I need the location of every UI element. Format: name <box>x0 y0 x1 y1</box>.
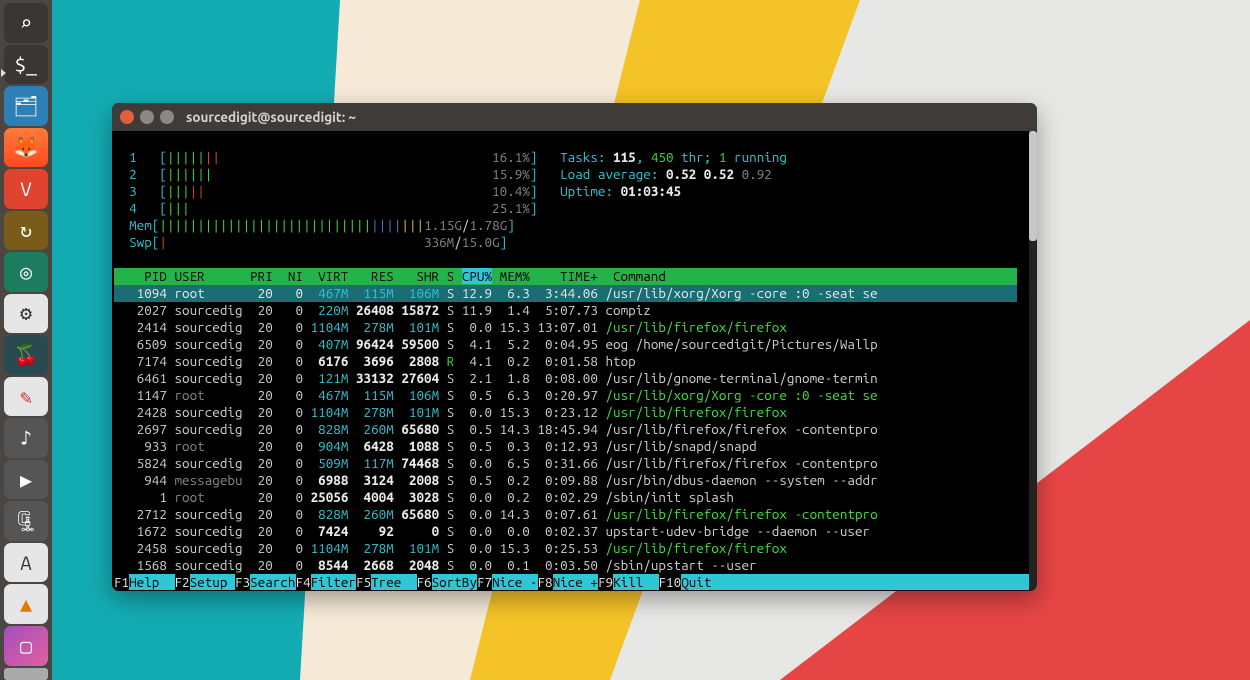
search-icon[interactable]: ⌕ <box>4 3 48 43</box>
vivaldi-icon[interactable]: V <box>4 169 48 209</box>
vlc-icon[interactable]: ▲ <box>4 584 48 624</box>
minimized-window[interactable] <box>4 668 48 680</box>
process-row[interactable]: 5824 sourcedig 20 0 509M 117M 74468 S 0.… <box>114 455 1017 472</box>
maximize-icon[interactable] <box>160 110 174 124</box>
process-row[interactable]: 1147 root 20 0 467M 115M 106M S 0.5 6.3 … <box>114 387 1017 404</box>
process-row[interactable]: 2458 sourcedig 20 0 1104M 278M 101M S 0.… <box>114 540 1017 557</box>
process-row[interactable]: 2697 sourcedig 20 0 828M 260M 65680 S 0.… <box>114 421 1017 438</box>
mem-meter: Mem[|||||||||||||||||||||||||||||||||||1… <box>114 217 1017 234</box>
process-row[interactable]: 6461 sourcedig 20 0 121M 33132 27604 S 2… <box>114 370 1017 387</box>
draw-icon[interactable]: ✎ <box>4 377 48 417</box>
process-row[interactable]: 1672 sourcedig 20 0 7424 92 0 S 0.0 0.0 … <box>114 523 1017 540</box>
process-row[interactable]: 933 root 20 0 904M 6428 1088 S 0.5 0.3 0… <box>114 438 1017 455</box>
process-row[interactable]: 2414 sourcedig 20 0 1104M 278M 101M S 0.… <box>114 319 1017 336</box>
window-titlebar[interactable]: sourcedigit@sourcedigit: ~ <box>112 103 1037 131</box>
shutter-icon[interactable]: ◎ <box>4 252 48 292</box>
process-row[interactable]: 6509 sourcedig 20 0 407M 96424 59500 S 4… <box>114 336 1017 353</box>
process-row[interactable]: 944 messagebu 20 0 6988 3124 2008 S 0.5 … <box>114 472 1017 489</box>
scrollbar[interactable] <box>1029 131 1037 591</box>
process-row[interactable]: 2027 sourcedig 20 0 220M 26408 15872 S 1… <box>114 302 1017 319</box>
cpu-meter-2: 2 [|||||| 15.9%] Load average: 0.52 0.52… <box>114 166 1017 183</box>
process-row[interactable]: 1568 sourcedig 20 0 8544 2668 2048 S 0.0… <box>114 557 1017 574</box>
swap-meter: Swp[| 336M/15.0G] <box>114 234 1017 251</box>
files-icon[interactable]: 🗂 <box>4 86 48 126</box>
cherrytree-icon[interactable]: 🍒 <box>4 335 48 375</box>
process-row-selected[interactable]: 1094 root 20 0 467M 115M 106M S 12.9 6.3… <box>114 285 1017 302</box>
terminal-icon[interactable]: $_ <box>4 45 48 85</box>
process-header[interactable]: PID USER PRI NI VIRT RES SHR S CPU% MEM%… <box>114 268 1017 285</box>
cpu-meter-3: 3 [||||| 10.4%] Uptime: 01:03:45 <box>114 183 1017 200</box>
scrollbar-thumb[interactable] <box>1029 131 1037 241</box>
displays-icon[interactable]: ▢ <box>4 626 48 666</box>
minimize-icon[interactable] <box>140 110 154 124</box>
terminal-window: sourcedigit@sourcedigit: ~ 1 [||||||| 16… <box>112 103 1037 591</box>
audio-icon[interactable]: ♪ <box>4 418 48 458</box>
settings-icon[interactable]: ⚙ <box>4 294 48 334</box>
launcher-dock: ⌕$_🗂🦊V↻◎⚙🍒✎♪▶🗜A▲▢ <box>0 0 52 680</box>
close-icon[interactable] <box>120 110 134 124</box>
media-icon[interactable]: ▶ <box>4 460 48 500</box>
updater-icon[interactable]: ↻ <box>4 211 48 251</box>
process-row[interactable]: 7174 sourcedig 20 0 6176 3696 2808 R 4.1… <box>114 353 1017 370</box>
archive-icon[interactable]: 🗜 <box>4 501 48 541</box>
firefox-icon[interactable]: 🦊 <box>4 128 48 168</box>
window-title: sourcedigit@sourcedigit: ~ <box>186 109 356 125</box>
cpu-meter-1: 1 [||||||| 16.1%] Tasks: 115, 450 thr; 1… <box>114 149 1017 166</box>
process-row[interactable]: 2428 sourcedig 20 0 1104M 278M 101M S 0.… <box>114 404 1017 421</box>
cpu-meter-4: 4 [||| 25.1%] <box>114 200 1017 217</box>
fkey-bar[interactable]: F1Help F2Setup F3SearchF4FilterF5Tree F6… <box>114 574 1017 591</box>
process-row[interactable]: 2712 sourcedig 20 0 828M 260M 65680 S 0.… <box>114 506 1017 523</box>
terminal-viewport[interactable]: 1 [||||||| 16.1%] Tasks: 115, 450 thr; 1… <box>112 131 1037 591</box>
software-icon[interactable]: A <box>4 543 48 583</box>
process-row[interactable]: 1 root 20 0 25056 4004 3028 S 0.0 0.2 0:… <box>114 489 1017 506</box>
